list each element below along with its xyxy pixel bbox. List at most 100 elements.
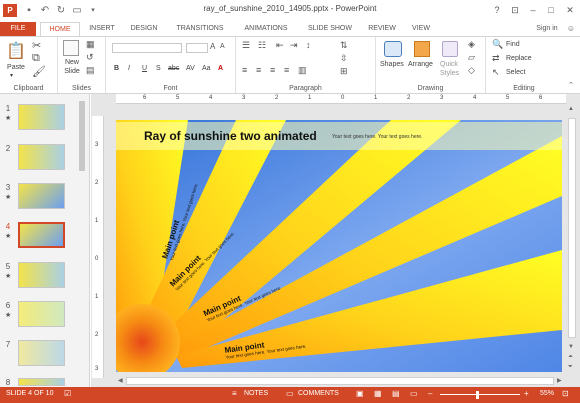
maximize-icon[interactable]: □: [542, 3, 560, 17]
horizontal-scroll-thumb[interactable]: [126, 377, 554, 385]
new-slide-label-1[interactable]: New: [60, 59, 84, 66]
zoom-in-icon[interactable]: +: [524, 389, 529, 398]
select-button[interactable]: Select: [506, 69, 525, 76]
find-button[interactable]: Find: [506, 41, 520, 48]
replace-button[interactable]: Replace: [506, 55, 532, 62]
horizontal-ruler[interactable]: 6 5 4 3 2 1 0 1 2 3 4 5 6: [116, 94, 566, 104]
slide-thumbnail-7[interactable]: [18, 340, 65, 366]
quick-styles-label-1[interactable]: Quick: [440, 61, 458, 68]
shadow-button[interactable]: S: [156, 65, 161, 72]
notes-button[interactable]: NOTES: [244, 390, 268, 397]
minimize-icon[interactable]: –: [524, 3, 542, 17]
shrink-font-icon[interactable]: A: [220, 43, 225, 50]
layout-icon[interactable]: ▦: [86, 39, 95, 50]
copy-icon[interactable]: ⧉: [32, 52, 40, 65]
tab-review[interactable]: REVIEW: [362, 22, 402, 36]
align-text-icon[interactable]: ⇳: [340, 53, 348, 64]
tab-home[interactable]: HOME: [40, 22, 80, 36]
horizontal-scrollbar[interactable]: ◀ ▶: [116, 376, 566, 386]
center-icon[interactable]: ≡: [256, 65, 261, 75]
font-size-combo[interactable]: [186, 43, 208, 53]
underline-button[interactable]: U: [142, 65, 147, 72]
scroll-left-icon[interactable]: ◀: [118, 377, 123, 384]
slide-canvas[interactable]: Ray of sunshine two animated Your text g…: [116, 120, 562, 372]
strikethrough-button[interactable]: abc: [168, 65, 179, 72]
sign-in-link[interactable]: Sign in: [532, 22, 562, 36]
justify-icon[interactable]: ≡: [284, 65, 289, 75]
change-case-button[interactable]: Aa: [202, 65, 211, 72]
collapse-ribbon-icon[interactable]: ⌃: [568, 81, 574, 89]
new-slide-label-2[interactable]: Slide: [60, 68, 84, 75]
section-icon[interactable]: ▤: [86, 65, 95, 76]
comments-button[interactable]: COMMENTS: [298, 390, 339, 397]
close-icon[interactable]: ✕: [561, 3, 579, 17]
paste-dropdown-icon[interactable]: ▾: [10, 72, 13, 79]
shape-effects-icon[interactable]: ◇: [468, 65, 475, 76]
shape-fill-icon[interactable]: ◈: [468, 39, 475, 50]
scroll-down-icon[interactable]: ▼: [568, 344, 574, 350]
ribbon-display-options-icon[interactable]: ⊡: [506, 3, 524, 17]
text-direction-icon[interactable]: ⇅: [340, 40, 348, 51]
align-right-icon[interactable]: ≡: [270, 65, 275, 75]
slide-thumbnail-3[interactable]: [18, 183, 65, 209]
shape-outline-icon[interactable]: ▱: [468, 52, 475, 63]
zoom-level[interactable]: 55%: [540, 390, 554, 397]
tab-file[interactable]: FILE: [0, 22, 36, 36]
align-left-icon[interactable]: ≡: [242, 65, 247, 75]
shapes-icon[interactable]: [384, 41, 402, 57]
vertical-ruler[interactable]: 3 2 1 0 1 2 3: [92, 116, 104, 378]
slide-sorter-icon[interactable]: ▦: [374, 389, 382, 398]
paste-button[interactable]: Paste: [4, 64, 28, 71]
slide-thumbnail-4-selected[interactable]: [18, 222, 65, 248]
format-painter-icon[interactable]: 🖌: [32, 65, 46, 78]
slide-thumbnail-1[interactable]: [18, 104, 65, 130]
zoom-slider[interactable]: [440, 394, 520, 395]
slide-show-icon[interactable]: ▭: [410, 389, 418, 398]
columns-icon[interactable]: ▥: [298, 65, 307, 76]
user-icon[interactable]: ☺: [564, 22, 578, 36]
scroll-up-icon[interactable]: ▲: [568, 106, 574, 112]
zoom-slider-thumb[interactable]: [476, 391, 479, 399]
bold-button[interactable]: B: [114, 65, 119, 72]
vertical-scroll-thumb[interactable]: [568, 118, 576, 338]
increase-indent-icon[interactable]: ⇥: [290, 40, 298, 51]
help-icon[interactable]: ?: [488, 3, 506, 17]
tab-slide-show[interactable]: SLIDE SHOW: [302, 22, 358, 36]
arrange-button[interactable]: Arrange: [408, 61, 433, 68]
reading-view-icon[interactable]: ▤: [392, 389, 400, 398]
quick-styles-label-2[interactable]: Styles: [440, 70, 459, 77]
slide-thumbnail-2[interactable]: [18, 144, 65, 170]
tab-insert[interactable]: INSERT: [84, 22, 120, 36]
fit-slide-icon[interactable]: ⊡: [562, 389, 569, 398]
vertical-scrollbar[interactable]: ▲ ▼ ⏶ ⏷: [566, 104, 578, 376]
normal-view-icon[interactable]: ▣: [356, 389, 364, 398]
decrease-indent-icon[interactable]: ⇤: [276, 40, 284, 51]
previous-slide-icon[interactable]: ⏶: [568, 354, 573, 361]
numbering-icon[interactable]: ☷: [258, 40, 266, 51]
tab-design[interactable]: DESIGN: [124, 22, 164, 36]
paste-icon[interactable]: 📋: [6, 41, 26, 61]
comments-icon[interactable]: ▭: [286, 389, 294, 398]
quick-styles-icon[interactable]: [442, 41, 458, 57]
tab-view[interactable]: VIEW: [406, 22, 436, 36]
slide-thumbnail-8[interactable]: [18, 378, 65, 386]
find-icon[interactable]: 🔍: [492, 39, 503, 50]
replace-icon[interactable]: ⇄: [492, 53, 500, 64]
spelling-icon[interactable]: ☑: [64, 389, 71, 398]
line-spacing-icon[interactable]: ↕: [306, 40, 311, 50]
notes-icon[interactable]: ≡: [232, 389, 237, 398]
character-spacing-button[interactable]: AV: [186, 65, 195, 72]
tab-transitions[interactable]: TRANSITIONS: [170, 22, 230, 36]
smartart-icon[interactable]: ⊞: [340, 66, 348, 77]
tab-animations[interactable]: ANIMATIONS: [236, 22, 296, 36]
font-name-combo[interactable]: [112, 43, 182, 53]
cut-icon[interactable]: ✂: [32, 39, 41, 52]
slide-subtitle[interactable]: Your text goes here. Your text goes here…: [332, 134, 422, 140]
new-slide-icon[interactable]: [63, 40, 79, 56]
select-icon[interactable]: ↖: [492, 67, 500, 78]
shapes-button[interactable]: Shapes: [380, 61, 404, 68]
reset-icon[interactable]: ↺: [86, 52, 94, 63]
font-color-button[interactable]: A: [218, 65, 223, 72]
zoom-out-icon[interactable]: –: [428, 389, 432, 398]
italic-button[interactable]: I: [128, 65, 130, 72]
